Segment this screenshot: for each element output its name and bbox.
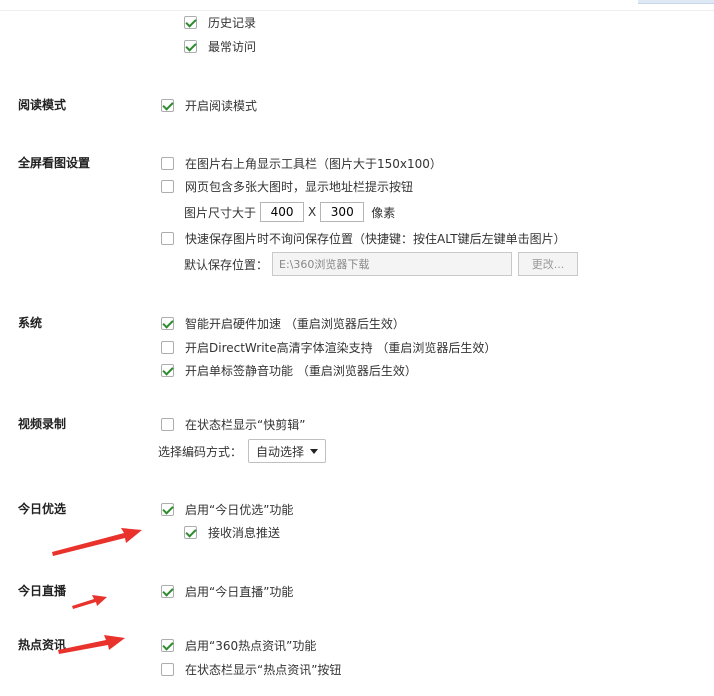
annotation-arrow-icon bbox=[52, 528, 142, 556]
annotation-arrow-icon bbox=[58, 635, 125, 654]
annotation-arrows bbox=[52, 528, 142, 654]
annotation-arrow-icon bbox=[72, 595, 107, 609]
